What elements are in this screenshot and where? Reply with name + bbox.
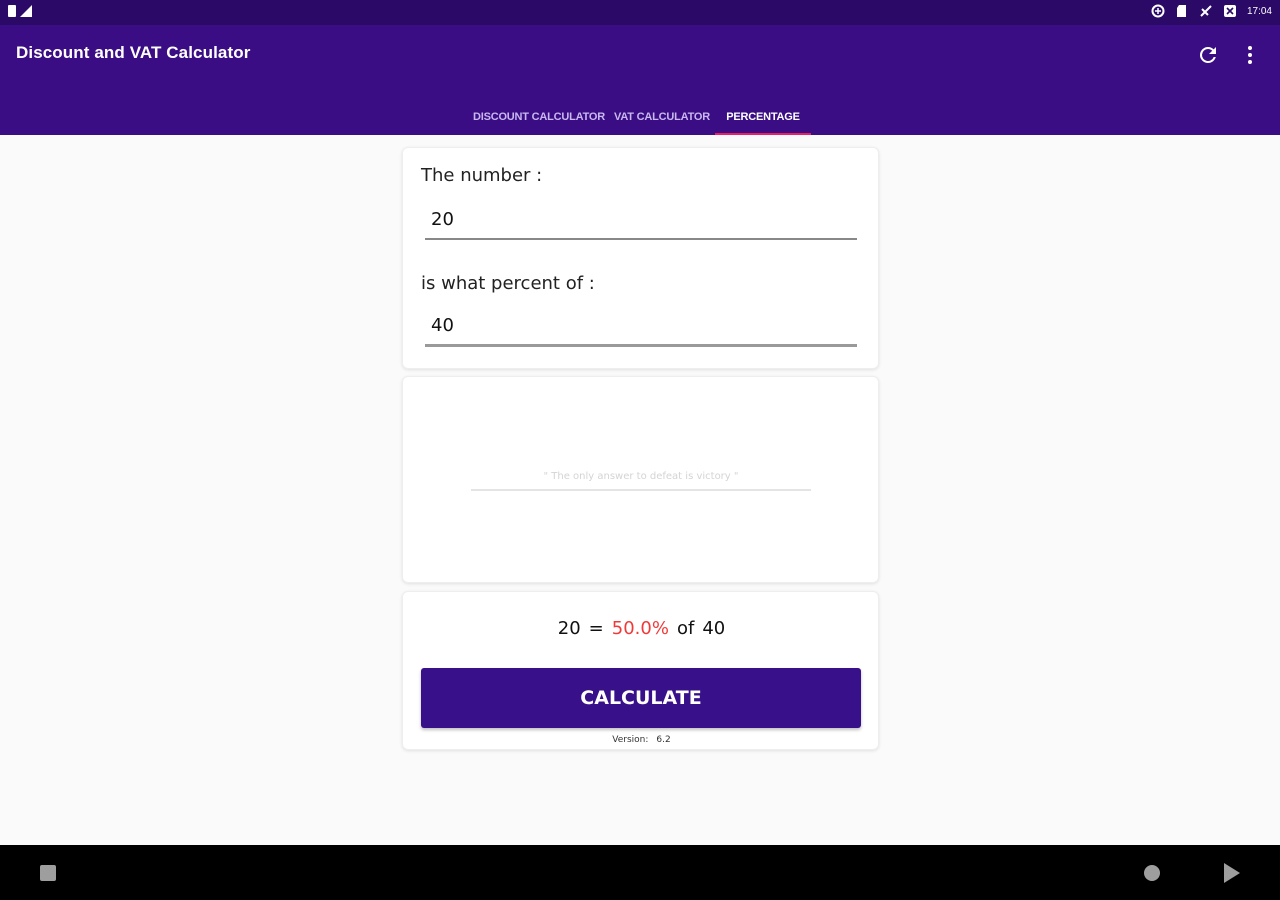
tab-percentage[interactable]: PERCENTAGE — [715, 99, 811, 135]
result-line: 20 = 50.0% of 40 — [403, 618, 880, 639]
more-options-button[interactable] — [1240, 43, 1260, 67]
refresh-icon — [1200, 46, 1216, 63]
status-right-icons: 17:04 — [1151, 4, 1272, 18]
more-vert-dot — [1248, 60, 1252, 64]
result-total: 40 — [702, 618, 726, 639]
no-signal-icon — [1199, 4, 1213, 18]
app-title: Discount and VAT Calculator — [16, 43, 251, 62]
more-vert-icon — [1248, 46, 1252, 50]
signal-icon — [20, 5, 32, 17]
refresh-button[interactable] — [1196, 43, 1220, 67]
system-nav-bar — [0, 845, 1280, 900]
percent-of-label: is what percent of : — [421, 273, 595, 294]
battery-icon — [8, 5, 16, 17]
version-label: Version: — [612, 735, 649, 745]
status-bar: 17:04 — [0, 0, 1280, 25]
home-circle-icon[interactable] — [1144, 865, 1160, 881]
percent-of-input[interactable] — [425, 307, 857, 347]
input-card: The number : is what percent of : — [402, 147, 879, 369]
status-left-icons — [8, 5, 32, 17]
status-time: 17:04 — [1246, 5, 1272, 17]
result-number: 20 — [557, 618, 581, 639]
version-text: Version: 6.2 — [403, 735, 880, 745]
notification-icon — [1223, 4, 1237, 18]
result-equals: = — [588, 618, 604, 639]
app-bar: Discount and VAT Calculator DISCOUNT CAL… — [0, 25, 1280, 135]
tab-discount-calculator[interactable]: DISCOUNT CALCULATOR — [470, 99, 608, 135]
result-card: 20 = 50.0% of 40 CALCULATE Version: 6.2 — [402, 591, 879, 750]
result-of: of — [676, 618, 695, 639]
number-label: The number : — [421, 165, 543, 186]
back-triangle-icon[interactable] — [1224, 863, 1240, 883]
data-saver-icon — [1151, 4, 1165, 18]
tab-vat-calculator[interactable]: VAT CALCULATOR — [612, 99, 712, 135]
history-card: " The only answer to defeat is victory " — [402, 376, 879, 583]
more-vert-dot — [1248, 53, 1252, 57]
tab-indicator — [715, 133, 811, 135]
history-placeholder: " The only answer to defeat is victory " — [543, 471, 739, 482]
number-input[interactable] — [425, 200, 857, 240]
version-value: 6.2 — [656, 735, 671, 745]
history-divider — [471, 489, 811, 491]
tab-bar: DISCOUNT CALCULATOR VAT CALCULATOR PERCE… — [0, 99, 1280, 135]
result-percent: 50.0% — [611, 618, 669, 639]
calculate-button[interactable]: CALCULATE — [421, 668, 861, 728]
recents-square-icon[interactable] — [40, 865, 56, 881]
sd-card-icon — [1175, 4, 1189, 18]
